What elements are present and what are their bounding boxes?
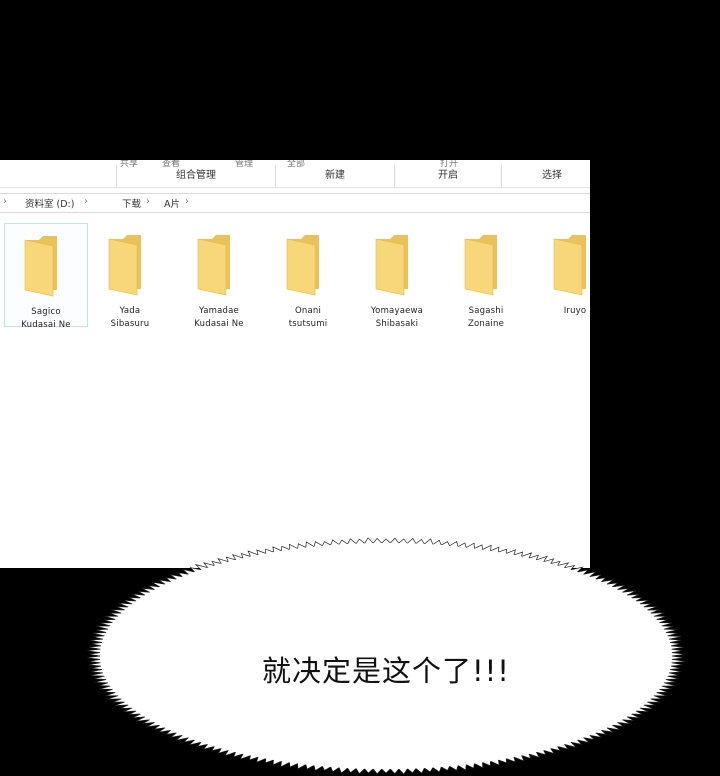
folder-icon [464, 235, 497, 296]
ribbon-group-blank [0, 165, 117, 187]
folder-icon [108, 235, 141, 296]
dialogue-text: 就决定是这个了!!! [262, 654, 510, 688]
folder-item[interactable]: Sagashi Zonaine [445, 223, 527, 329]
breadcrumb-separator: › [3, 196, 7, 207]
breadcrumb-separator: › [146, 196, 150, 207]
folder-label: Sagico Kudasai Ne [21, 307, 71, 330]
folder-item[interactable]: Yamadae Kudasai Ne [178, 223, 260, 329]
folder-item[interactable]: Yada Sibasuru [89, 223, 171, 329]
ribbon-group-select[interactable]: 选择 [502, 165, 590, 187]
folder-icon [197, 235, 230, 296]
folder-label: Sagashi Zonaine [468, 306, 504, 329]
ribbon-group-row: 组合管理 新建 开启 选择 [0, 165, 590, 188]
breadcrumb-separator: › [185, 196, 189, 207]
file-explorer-window: 共享 查看 管理 全部 打开 组合管理 新建 开启 选择 › 资料室 (D:) … [0, 160, 590, 568]
folder-label: Yomayaewa Shibasaki [370, 306, 424, 329]
folder-item[interactable]: Iruyo [534, 223, 590, 325]
ribbon-group-organize[interactable]: 组合管理 [117, 165, 276, 187]
folder-item[interactable]: Onani tsutsumi [267, 223, 349, 329]
folder-icon [375, 235, 408, 296]
folder-item[interactable]: Yomayaewa Shibasaki [356, 223, 438, 329]
folder-label: Onani tsutsumi [288, 306, 328, 329]
folder-icon [286, 235, 319, 296]
breadcrumb-current-folder[interactable]: A片 [164, 196, 180, 210]
ribbon-group-open[interactable]: 开启 [395, 165, 502, 187]
breadcrumb-separator: › [84, 196, 88, 207]
folder-icon [24, 236, 57, 297]
ribbon-group-new[interactable]: 新建 [276, 165, 395, 187]
folder-label: Yada Sibasuru [110, 306, 150, 329]
breadcrumb-downloads[interactable]: 下载 [122, 196, 141, 210]
folder-icon [553, 235, 586, 296]
folder-item[interactable]: Sagico Kudasai Ne [4, 223, 88, 330]
folder-label: Yamadae Kudasai Ne [194, 306, 244, 329]
folder-label: Iruyo [563, 306, 587, 316]
address-bar[interactable]: › 资料室 (D:) › 下载 › A片 › [0, 193, 590, 213]
breadcrumb-drive[interactable]: 资料室 (D:) [25, 196, 74, 210]
